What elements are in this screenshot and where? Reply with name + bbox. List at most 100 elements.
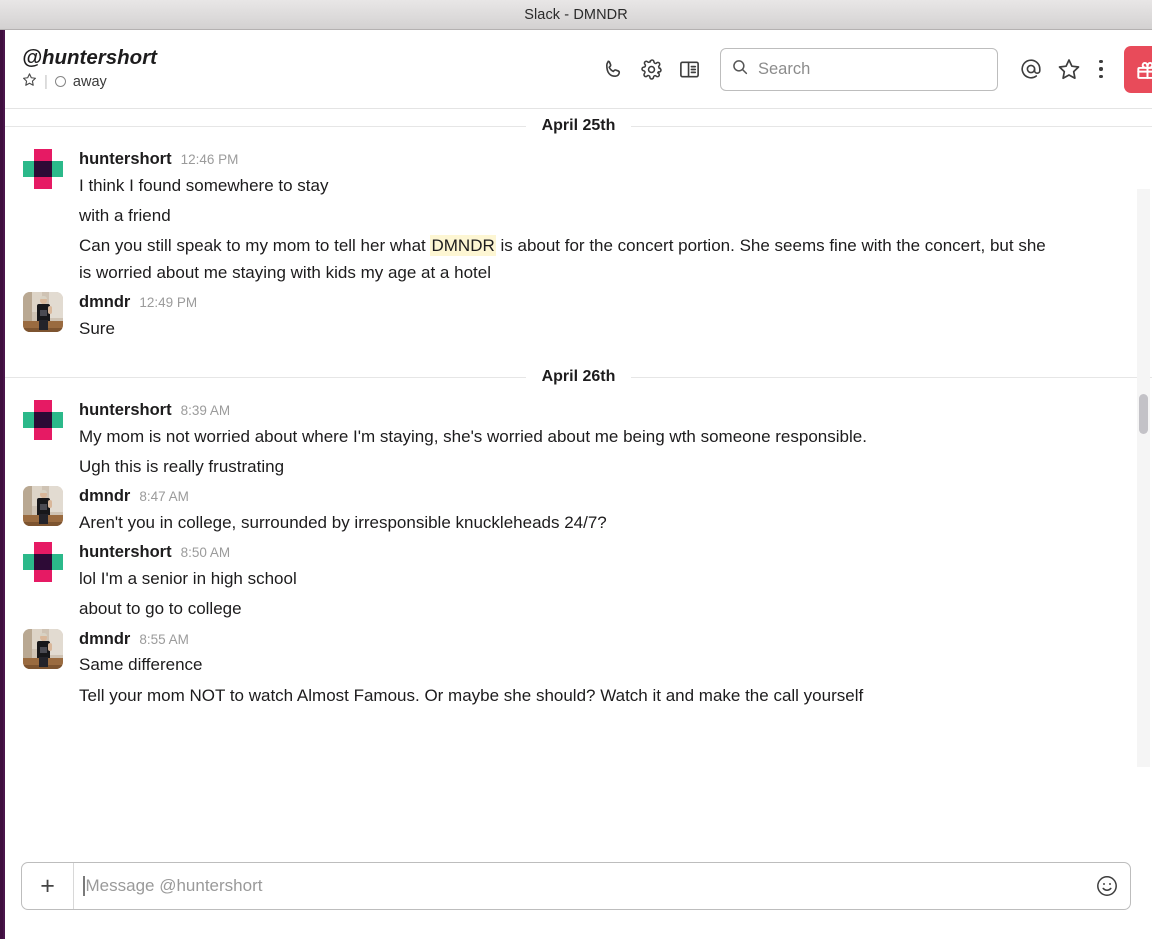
avatar[interactable] bbox=[23, 486, 63, 527]
avatar-photo-part bbox=[40, 646, 47, 653]
avatar-shape bbox=[34, 554, 52, 571]
search-placeholder: Search bbox=[758, 59, 811, 78]
message-author[interactable]: huntershort bbox=[79, 400, 172, 421]
slack-window: Slack - DMNDR @huntershort | away Search… bbox=[0, 0, 1152, 939]
gift-button[interactable] bbox=[1124, 45, 1152, 93]
avatar[interactable] bbox=[23, 149, 63, 189]
message-group: huntershort 12:46 PM I think I found som… bbox=[5, 143, 1152, 290]
message-group: huntershort 8:50 AM lol I'm a senior in … bbox=[5, 540, 1152, 626]
smiley-face-icon bbox=[1097, 876, 1117, 896]
avatar-photo-part bbox=[40, 504, 47, 511]
channel-header: @huntershort | away Search bbox=[5, 30, 1152, 109]
search-icon bbox=[731, 58, 749, 81]
message-header: huntershort 8:39 AM bbox=[79, 400, 1134, 421]
message-group: dmndr 8:55 AM Same difference Tell your … bbox=[5, 627, 1152, 713]
more-options-button[interactable] bbox=[1088, 50, 1114, 88]
details-panel-button[interactable] bbox=[670, 50, 708, 88]
message-list[interactable]: April 25th huntershort 12:46 PM I think … bbox=[5, 109, 1152, 853]
header-actions: Search bbox=[594, 30, 1152, 108]
message-author[interactable]: huntershort bbox=[79, 542, 172, 563]
message-header: huntershort 12:46 PM bbox=[79, 149, 1134, 170]
workspace-rail bbox=[0, 30, 5, 939]
highlighted-term: DMNDR bbox=[430, 235, 496, 257]
avatar[interactable] bbox=[23, 628, 63, 669]
message-header: dmndr 12:49 PM bbox=[79, 292, 1134, 313]
message-scrollbar[interactable] bbox=[1137, 189, 1150, 767]
search-input[interactable]: Search bbox=[720, 47, 998, 91]
avatar-photo-part bbox=[39, 514, 48, 525]
settings-button[interactable] bbox=[632, 50, 670, 88]
message-body: huntershort 8:39 AM My mom is not worrie… bbox=[79, 400, 1134, 482]
message-text: Aren't you in college, surrounded by irr… bbox=[79, 512, 607, 532]
call-button[interactable] bbox=[594, 50, 632, 88]
message-timestamp[interactable]: 8:55 AM bbox=[139, 632, 189, 649]
channel-meta: | away bbox=[22, 72, 157, 91]
kebab-dot bbox=[1099, 74, 1103, 79]
message-composer[interactable]: + Message @huntershort bbox=[21, 862, 1131, 910]
avatar-shape bbox=[34, 411, 52, 428]
message-body: dmndr 8:47 AM Aren't you in college, sur… bbox=[79, 486, 1134, 538]
text-caret bbox=[83, 876, 85, 896]
message-timestamp[interactable]: 8:47 AM bbox=[139, 489, 189, 506]
avatar[interactable] bbox=[23, 292, 63, 332]
avatar-photo-part bbox=[39, 656, 48, 667]
message-author[interactable]: dmndr bbox=[79, 292, 130, 313]
add-attachment-button[interactable]: + bbox=[22, 863, 74, 909]
message-input[interactable]: Message @huntershort bbox=[74, 863, 1084, 909]
message-timestamp[interactable]: 12:46 PM bbox=[181, 152, 239, 169]
workspace-rail-edge bbox=[3, 30, 5, 939]
avatar-photo-part bbox=[39, 320, 48, 330]
message-group: dmndr 8:47 AM Aren't you in college, sur… bbox=[5, 484, 1152, 540]
message-text: Same difference bbox=[79, 655, 203, 675]
message-timestamp[interactable]: 12:49 PM bbox=[139, 295, 197, 312]
message-timestamp[interactable]: 8:39 AM bbox=[181, 403, 231, 420]
message-body: huntershort 8:50 AM lol I'm a senior in … bbox=[79, 542, 1134, 624]
message-text-pre: Can you still speak to my mom to tell he… bbox=[79, 236, 431, 256]
message-text: Tell your mom NOT to watch Almost Famous… bbox=[79, 685, 864, 705]
avatar[interactable] bbox=[23, 542, 63, 583]
avatar-photo-part bbox=[40, 310, 47, 316]
message-text: about to go to college bbox=[79, 599, 242, 619]
kebab-dot bbox=[1099, 67, 1103, 71]
message-header: dmndr 8:55 AM bbox=[79, 629, 1134, 650]
meta-divider: | bbox=[44, 73, 48, 91]
avatar-photo-part bbox=[40, 632, 47, 636]
avatar-photo-part bbox=[48, 306, 52, 314]
presence-label: away bbox=[72, 73, 107, 90]
message-input-placeholder: Message @huntershort bbox=[85, 876, 263, 895]
window-titlebar: Slack - DMNDR bbox=[0, 0, 1152, 30]
composer-area: + Message @huntershort bbox=[5, 853, 1152, 939]
window-title: Slack - DMNDR bbox=[524, 6, 628, 23]
star-outline-icon[interactable] bbox=[22, 72, 37, 91]
avatar-photo-part bbox=[49, 628, 63, 655]
message-author[interactable]: dmndr bbox=[79, 486, 130, 507]
message-text: My mom is not worried about where I'm st… bbox=[79, 426, 867, 446]
avatar-photo-part bbox=[40, 490, 47, 494]
message-group: dmndr 12:49 PM Sure bbox=[5, 290, 1152, 346]
page-title[interactable]: @huntershort bbox=[22, 46, 157, 70]
avatar[interactable] bbox=[23, 399, 63, 440]
away-circle-icon bbox=[54, 76, 66, 88]
message-text: I think I found somewhere to stay bbox=[79, 175, 329, 195]
message-author[interactable]: dmndr bbox=[79, 629, 130, 650]
kebab-dot bbox=[1099, 59, 1103, 64]
avatar-photo-part bbox=[49, 292, 63, 318]
message-author[interactable]: huntershort bbox=[79, 149, 172, 170]
message-text: lol I'm a senior in high school bbox=[79, 568, 297, 588]
avatar-photo-part bbox=[49, 486, 63, 513]
scrollbar-thumb[interactable] bbox=[1139, 394, 1148, 434]
message-group: huntershort 8:39 AM My mom is not worrie… bbox=[5, 394, 1152, 484]
message-header: dmndr 8:47 AM bbox=[79, 486, 1134, 507]
message-body: huntershort 12:46 PM I think I found som… bbox=[79, 149, 1134, 288]
message-timestamp[interactable]: 8:50 AM bbox=[181, 545, 231, 562]
avatar-photo-part bbox=[48, 500, 52, 509]
mentions-button[interactable] bbox=[1012, 50, 1050, 88]
date-divider-label[interactable]: April 25th bbox=[525, 117, 632, 135]
date-divider-label[interactable]: April 26th bbox=[525, 367, 632, 386]
message-text: with a friend bbox=[79, 205, 171, 225]
avatar-photo-part bbox=[48, 642, 52, 651]
gift-icon bbox=[1136, 61, 1152, 79]
starred-button[interactable] bbox=[1050, 50, 1088, 88]
app-content: @huntershort | away Search April 25th hu… bbox=[5, 30, 1152, 939]
emoji-button[interactable] bbox=[1084, 863, 1130, 909]
